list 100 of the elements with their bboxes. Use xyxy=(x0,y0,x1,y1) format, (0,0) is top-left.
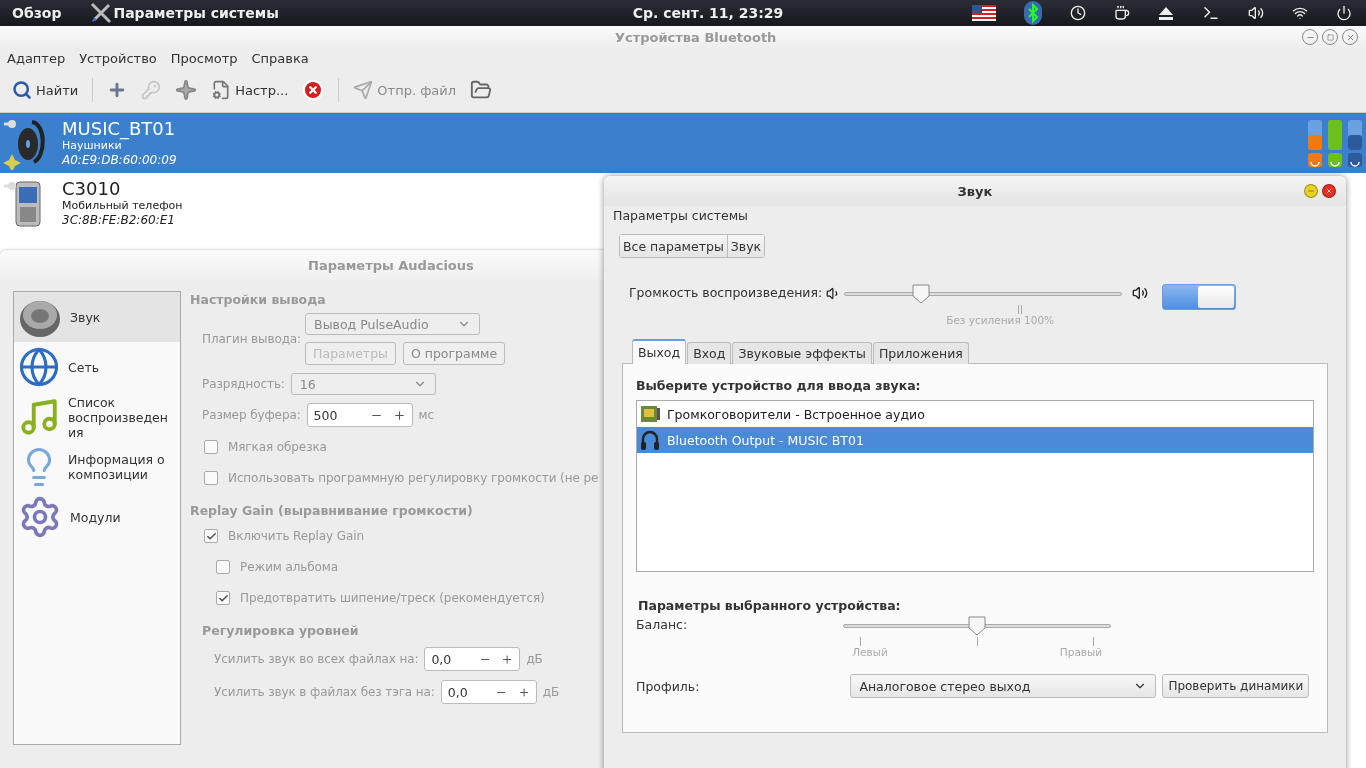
paper-plane-icon xyxy=(353,80,374,100)
sidebar-item[interactable]: Сеть xyxy=(14,342,180,392)
terminal-icon[interactable] xyxy=(1202,4,1220,22)
slider-thumb[interactable] xyxy=(968,616,987,636)
music-note-icon xyxy=(18,396,60,438)
section-heading: Параметры выбранного устройства: xyxy=(638,598,902,613)
volume-slider[interactable] xyxy=(844,284,1123,304)
field-value: 0,0 xyxy=(447,684,469,700)
sidebar-item[interactable]: Звук xyxy=(14,292,180,342)
toolbar-button[interactable]: Найти xyxy=(10,78,81,102)
field-label: Размер буфера: xyxy=(202,408,301,422)
plus-icon[interactable] xyxy=(392,408,406,422)
power-icon[interactable] xyxy=(1336,5,1352,21)
app-menu-title[interactable]: Параметры системы xyxy=(113,5,279,21)
bluetooth-icon[interactable] xyxy=(1024,1,1042,25)
plus-icon[interactable] xyxy=(501,652,514,666)
menu-item[interactable]: Просмотр xyxy=(170,50,238,66)
wifi-icon[interactable] xyxy=(1292,5,1308,21)
maximize-icon xyxy=(1326,33,1334,41)
profile-label: Профиль: xyxy=(636,678,700,694)
device-name: C3010 xyxy=(62,178,122,199)
headphones-icon xyxy=(639,429,661,451)
signal-icon xyxy=(1348,152,1362,167)
close-icon xyxy=(302,79,325,101)
buffer-spin-field[interactable]: 500 xyxy=(306,403,413,427)
menu-item[interactable]: Устройство xyxy=(79,50,157,66)
checkbox[interactable] xyxy=(216,591,230,605)
sidebar-item[interactable]: Информация о композиции xyxy=(14,442,180,492)
checkbox[interactable] xyxy=(216,560,230,574)
field-label: Усилить звук в файлах без тэга на: xyxy=(214,685,435,699)
device-name: MUSIC_BT01 xyxy=(62,118,177,139)
signal-icon xyxy=(1308,152,1322,167)
header-label: Параметры системы xyxy=(613,208,749,223)
tools-icon xyxy=(89,1,114,25)
section-heading: Выберите устройство для ввода звука: xyxy=(636,378,922,393)
device-type: Наушники xyxy=(62,139,122,153)
close-icon xyxy=(1325,187,1333,195)
check-icon xyxy=(205,530,217,542)
field-value: 0,0 xyxy=(431,651,453,667)
volume-switch[interactable] xyxy=(1162,284,1237,310)
unit-label: дБ xyxy=(526,652,543,666)
eject-icon[interactable] xyxy=(1158,6,1174,20)
field-label: Усилить звук во всех файлах на: xyxy=(214,652,419,666)
device-address: 3C:8B:FE:B2:60:E1 xyxy=(62,213,176,228)
clock-icon[interactable] xyxy=(1070,5,1086,21)
tab[interactable]: Вход xyxy=(687,342,732,364)
clock[interactable]: Ср. сент. 11, 23:29 xyxy=(632,5,784,21)
key-icon xyxy=(141,80,162,100)
checkbox-label: Использовать программную регулировку громкости (не ре xyxy=(228,471,599,485)
menu-item[interactable]: Адаптер xyxy=(7,50,66,66)
minimize-icon xyxy=(1307,187,1315,195)
globe-icon xyxy=(18,346,60,388)
plus-icon[interactable] xyxy=(517,685,530,699)
balance-slider[interactable] xyxy=(843,616,1112,636)
breadcrumb-button[interactable]: Все параметры xyxy=(620,235,728,257)
toolbar-button[interactable]: Настр... xyxy=(209,78,291,102)
slider-thumb[interactable] xyxy=(911,284,930,304)
tab[interactable]: Выход xyxy=(632,339,687,364)
folder-icon xyxy=(470,79,492,101)
volume-label: Громкость воспроизведения: xyxy=(629,285,823,300)
right-label: Правый xyxy=(1059,646,1103,658)
profile-dropdown[interactable]: Аналоговое стерео выход xyxy=(850,674,1157,698)
signal-icon xyxy=(1328,152,1342,167)
search-icon xyxy=(12,80,32,100)
tab[interactable]: Звуковые эффекты xyxy=(732,342,872,364)
window-title: Звук xyxy=(957,183,993,199)
close-icon xyxy=(1345,32,1355,42)
sidebar-item[interactable]: Модули xyxy=(14,492,180,542)
checkbox[interactable] xyxy=(204,440,218,454)
breadcrumb-button[interactable]: Звук xyxy=(727,235,765,257)
sidebar-item[interactable]: Список воспроизведения xyxy=(14,392,180,442)
checkbox[interactable] xyxy=(204,471,218,485)
cup-icon[interactable] xyxy=(1114,5,1130,21)
menu-item[interactable]: Справка xyxy=(251,50,309,66)
gain-spin-field[interactable]: 0,0 xyxy=(424,647,521,671)
volume-mark-label: Без усиления 100% xyxy=(946,314,1056,326)
window-title: Параметры Audacious xyxy=(308,257,474,273)
gain-spin-field[interactable]: 0,0 xyxy=(440,680,537,704)
checkbox-label: Предотвратить шипение/треск (рекомендуется) xyxy=(240,591,545,605)
volume-icon[interactable] xyxy=(1248,5,1264,21)
field-label: Разрядность: xyxy=(202,377,285,391)
unit-label: мс xyxy=(418,408,435,422)
device-row[interactable]: MUSIC_BT01 Наушники A0:E9:DB:60:00:09 xyxy=(0,113,1366,173)
flag-icon[interactable] xyxy=(972,5,996,21)
tab[interactable]: Приложения xyxy=(872,342,969,364)
checkbox-label: Режим альбома xyxy=(240,560,339,574)
star-icon xyxy=(175,79,198,101)
balance-label: Баланс: xyxy=(636,617,688,632)
field-label: Плагин вывода: xyxy=(202,332,302,346)
device-type: Мобильный телефон xyxy=(62,199,183,213)
checkbox[interactable] xyxy=(204,529,218,543)
section-heading: Регулировка уровней xyxy=(202,623,360,638)
device-address: A0:E9:DB:60:00:09 xyxy=(62,153,177,168)
test-speakers-button[interactable]: Проверить динамики xyxy=(1162,674,1310,698)
document-icon xyxy=(211,80,232,100)
checkbox-label: Мягкая обрезка xyxy=(228,440,327,454)
activities-button[interactable]: Обзор xyxy=(12,5,62,21)
left-label: Левый xyxy=(852,646,888,658)
device-list-item[interactable]: Bluetooth Output - MUSIC BT01 xyxy=(637,427,1313,453)
window-title: Устройства Bluetooth xyxy=(615,29,777,45)
